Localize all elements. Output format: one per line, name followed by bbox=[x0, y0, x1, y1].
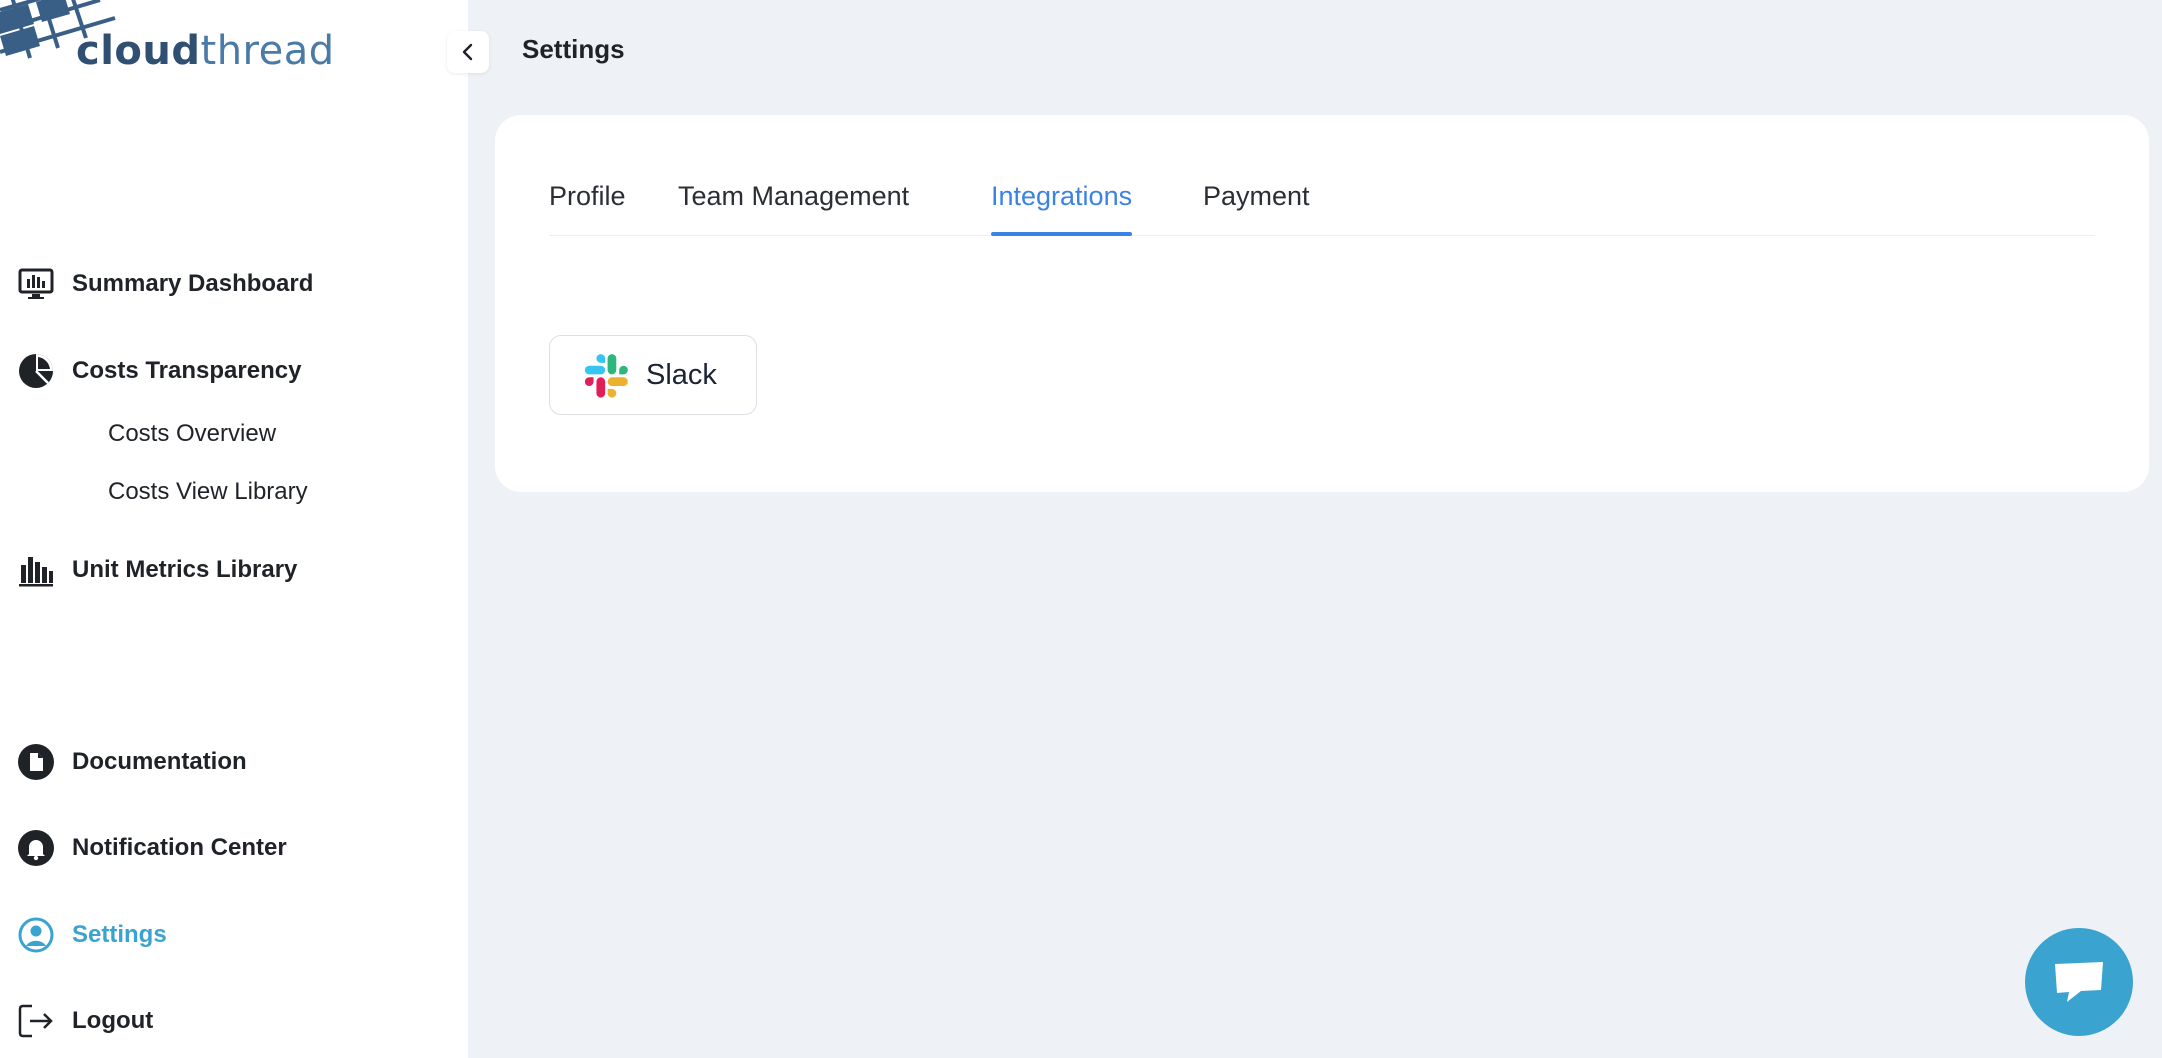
sidebar-subitem-costs-view-library[interactable]: Costs View Library bbox=[108, 478, 308, 506]
sidebar-item-summary-dashboard[interactable]: Summary Dashboard bbox=[18, 262, 313, 306]
document-icon bbox=[18, 744, 54, 780]
logo-wordmark: cloudthread bbox=[76, 28, 335, 74]
sidebar-item-label: Logout bbox=[72, 1007, 154, 1034]
sidebar-item-label: Settings bbox=[72, 921, 167, 948]
tab-integrations[interactable]: Integrations bbox=[991, 175, 1133, 236]
settings-tabs: Profile Team Management Integrations Pay… bbox=[549, 175, 2095, 236]
page-title: Settings bbox=[522, 34, 625, 64]
chat-launcher-button[interactable] bbox=[2025, 928, 2133, 1036]
logout-icon bbox=[18, 1003, 54, 1039]
sidebar-item-documentation[interactable]: Documentation bbox=[18, 740, 247, 784]
slack-label: Slack bbox=[646, 358, 717, 391]
slack-integration-button[interactable]: Slack bbox=[549, 335, 757, 415]
sidebar-subitem-costs-overview[interactable]: Costs Overview bbox=[108, 420, 276, 448]
slack-icon bbox=[584, 354, 628, 398]
bell-icon bbox=[18, 830, 54, 866]
sidebar-item-label: Unit Metrics Library bbox=[72, 556, 298, 583]
tab-profile[interactable]: Profile bbox=[549, 175, 626, 235]
sidebar-item-label: Costs Transparency bbox=[72, 357, 302, 384]
chevron-left-icon bbox=[462, 43, 473, 61]
monitor-chart-icon bbox=[18, 266, 54, 302]
user-circle-icon bbox=[18, 917, 54, 953]
sidebar-item-logout[interactable]: Logout bbox=[18, 999, 153, 1043]
chat-bubble-icon bbox=[2055, 962, 2103, 1002]
sidebar-item-label: Notification Center bbox=[72, 834, 287, 861]
sidebar-item-label: Documentation bbox=[72, 748, 247, 775]
tab-payment[interactable]: Payment bbox=[1203, 175, 1310, 235]
sidebar-item-unit-metrics-library[interactable]: Unit Metrics Library bbox=[18, 548, 297, 592]
settings-card: Profile Team Management Integrations Pay… bbox=[495, 115, 2149, 492]
sidebar: cloudthread Summary Dashboard Costs Tran… bbox=[0, 0, 468, 1058]
sidebar-item-settings[interactable]: Settings bbox=[18, 913, 167, 957]
sidebar-item-label: Summary Dashboard bbox=[72, 270, 314, 297]
pie-chart-icon bbox=[18, 353, 54, 389]
tab-team-management[interactable]: Team Management bbox=[678, 175, 909, 235]
sidebar-item-costs-transparency[interactable]: Costs Transparency bbox=[18, 349, 301, 393]
bar-chart-icon bbox=[18, 552, 54, 588]
cloudthread-logo[interactable]: cloudthread bbox=[0, 0, 340, 80]
sidebar-item-notification-center[interactable]: Notification Center bbox=[18, 826, 287, 870]
collapse-sidebar-button[interactable] bbox=[447, 31, 489, 73]
